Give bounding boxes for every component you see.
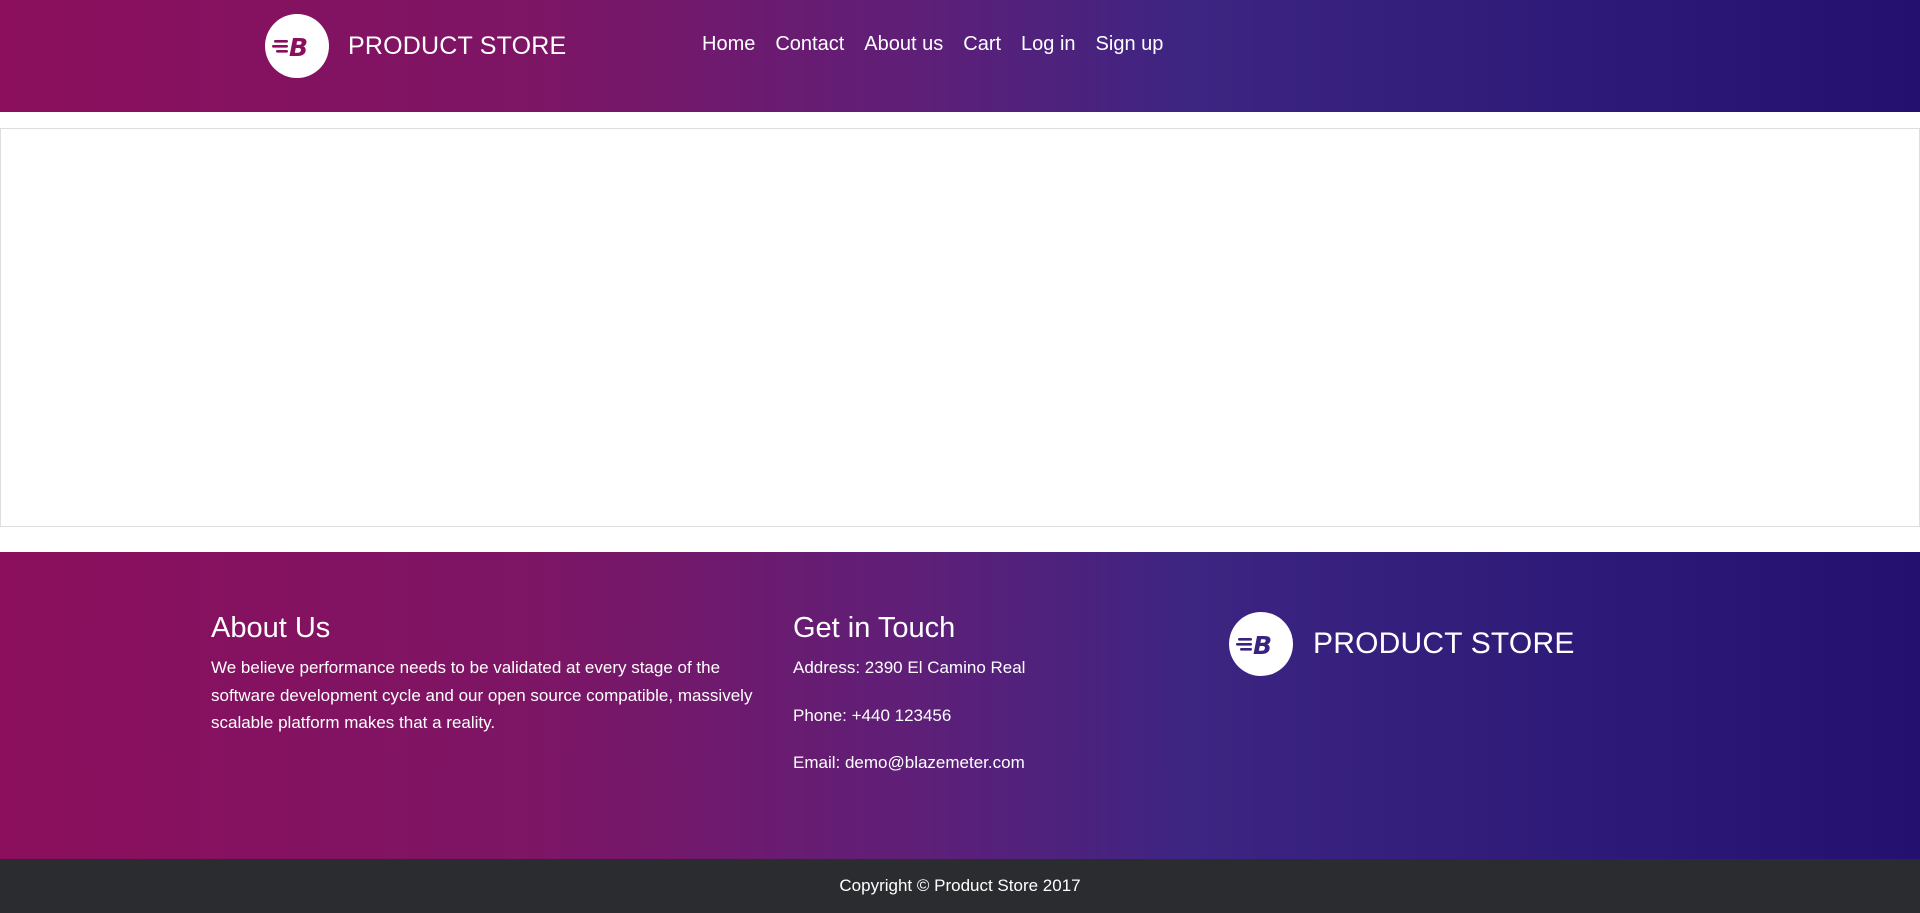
footer-brand-name: PRODUCT STORE: [1313, 627, 1575, 660]
svg-text:B: B: [1253, 631, 1272, 659]
nav-link-home[interactable]: Home: [692, 33, 765, 56]
nav-item-about: About us: [854, 33, 953, 56]
nav-item-login: Log in: [1011, 33, 1086, 56]
footer-about-section: About Us We believe performance needs to…: [211, 610, 771, 737]
nav-item-cart: Cart: [953, 33, 1011, 56]
about-us-heading: About Us: [211, 612, 331, 644]
nav-item-home: Home: [692, 33, 765, 56]
brand-name: PRODUCT STORE: [348, 31, 567, 60]
main-nav: Home Contact About us Cart Log in Sign u…: [692, 28, 1173, 60]
nav-link-log-in[interactable]: Log in: [1011, 33, 1086, 56]
nav-link-about-us[interactable]: About us: [854, 33, 953, 56]
copyright-text: Copyright © Product Store 2017: [839, 876, 1081, 895]
footer-contact-section: Get in Touch Address: 2390 El Camino Rea…: [793, 610, 1173, 797]
svg-text:B: B: [289, 33, 308, 61]
copyright-bar: Copyright © Product Store 2017: [0, 859, 1920, 913]
nav-link-sign-up[interactable]: Sign up: [1086, 33, 1174, 56]
contact-address: Address: 2390 El Camino Real: [793, 658, 1026, 677]
about-us-text: We believe performance needs to be valid…: [211, 658, 753, 732]
get-in-touch-heading: Get in Touch: [793, 612, 956, 644]
blazemeter-logo-icon: B: [265, 14, 329, 78]
page-footer: About Us We believe performance needs to…: [0, 552, 1920, 859]
contact-email: Email: demo@blazemeter.com: [793, 753, 1025, 772]
nav-link-cart[interactable]: Cart: [953, 33, 1011, 56]
brand-link[interactable]: B PRODUCT STORE: [265, 14, 566, 78]
nav-item-signup: Sign up: [1086, 33, 1174, 56]
footer-blazemeter-logo-icon: B: [1229, 612, 1293, 676]
top-navbar: B PRODUCT STORE Home Contact About us Ca…: [0, 0, 1920, 112]
footer-brand: B PRODUCT STORE: [1229, 612, 1575, 676]
contact-phone: Phone: +440 123456: [793, 705, 952, 725]
nav-item-contact: Contact: [765, 33, 854, 56]
product-carousel: [0, 128, 1920, 527]
nav-link-contact[interactable]: Contact: [765, 33, 854, 56]
